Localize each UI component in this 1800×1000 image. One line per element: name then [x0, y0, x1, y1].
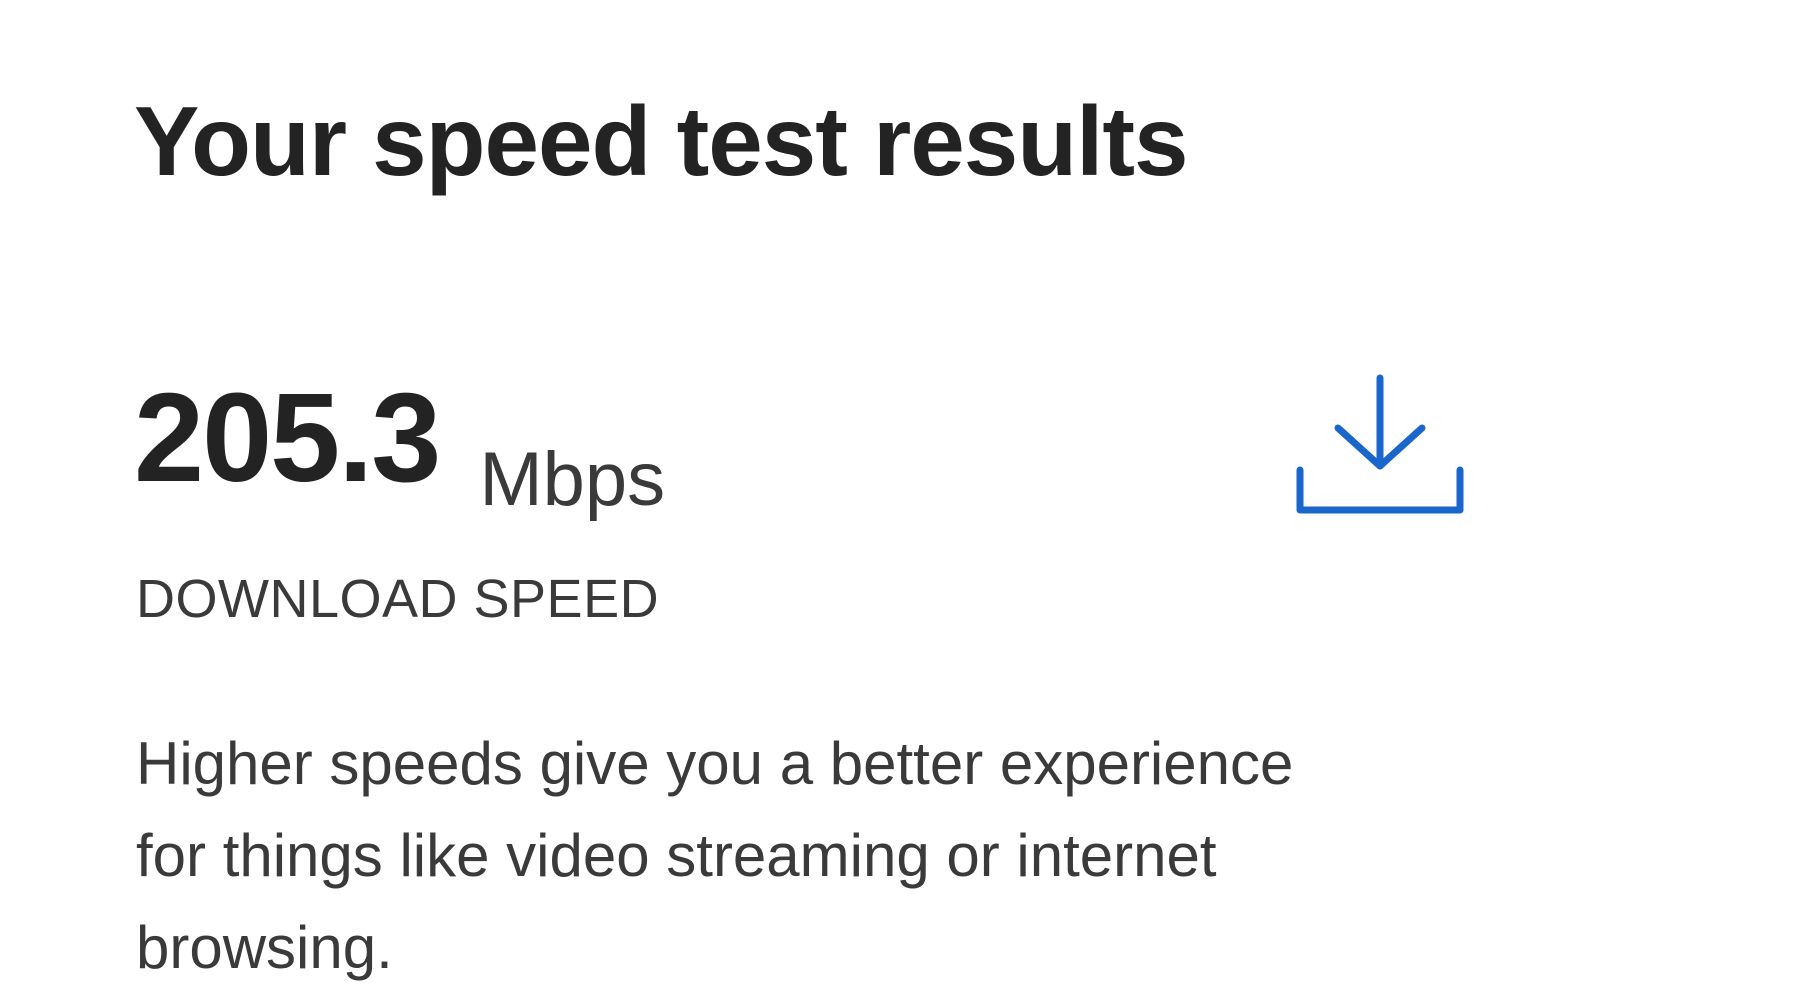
description-line: for things like video streaming or inter… [136, 822, 1217, 889]
download-speed-unit: Mbps [479, 437, 666, 522]
download-speed-value: 205.3 [134, 367, 441, 508]
download-arrow-tray-icon [1296, 374, 1464, 514]
speed-test-results-page: Your speed test results 205.3 Mbps DOWNL… [0, 0, 1800, 1000]
download-speed-readout: 205.3 Mbps [134, 367, 665, 518]
download-icon [1290, 372, 1470, 520]
speed-description: Higher speeds give you a better experien… [136, 718, 1556, 994]
download-speed-label: DOWNLOAD SPEED [136, 569, 660, 629]
description-line: Higher speeds give you a better experien… [136, 730, 1294, 797]
description-line: browsing. [136, 914, 393, 981]
page-title: Your speed test results [134, 86, 1189, 196]
